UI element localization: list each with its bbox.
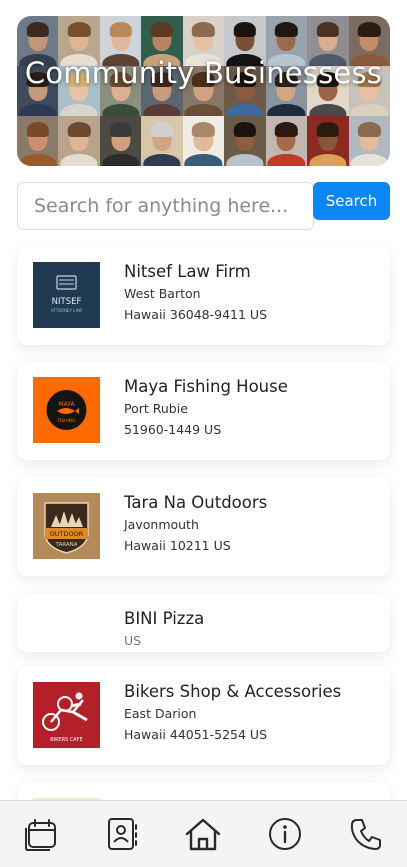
search-input[interactable] bbox=[17, 182, 314, 230]
info-icon bbox=[268, 818, 301, 850]
business-city: West Barton bbox=[124, 286, 201, 301]
business-city: Javonmouth bbox=[124, 517, 199, 532]
nitsef-logo: NITSEF ATTORNEY LAW bbox=[33, 262, 100, 328]
hero-banner: Community Businessess bbox=[17, 16, 390, 166]
business-card[interactable]: MAYA FISHING Maya Fishing House Port Rub… bbox=[17, 361, 390, 460]
hero-photo-tile bbox=[141, 116, 183, 166]
business-region: Hawaii 44051-5254 US bbox=[124, 727, 268, 742]
hero-photo-tile bbox=[99, 116, 142, 166]
business-card[interactable]: NITSEF ATTORNEY LAW Nitsef Law Firm West… bbox=[17, 246, 390, 345]
business-city: East Darion bbox=[124, 706, 197, 721]
business-name: Nitsef Law Firm bbox=[124, 262, 251, 281]
maya-logo-text: MAYA bbox=[58, 401, 75, 408]
tara-logo-text: OUTDOOR bbox=[50, 530, 84, 538]
business-card[interactable]: BINI Pizza US bbox=[17, 593, 390, 652]
contacts-icon bbox=[108, 818, 138, 850]
hero-photo-tile bbox=[17, 116, 59, 166]
nitsef-logo-text: NITSEF bbox=[52, 297, 82, 307]
hero-photo-tile bbox=[265, 116, 308, 166]
tara-outdoors-logo: OUTDOOR TARANA bbox=[33, 493, 100, 559]
hero-title: Community Businessess bbox=[24, 56, 383, 90]
search-button[interactable]: Search bbox=[313, 182, 390, 220]
nav-contacts[interactable] bbox=[100, 812, 144, 856]
business-city: Port Rubie bbox=[124, 401, 188, 416]
maya-fishing-logo: MAYA FISHING bbox=[33, 377, 100, 443]
search-bar: Search bbox=[17, 182, 390, 230]
business-region: 51960-1449 US bbox=[124, 422, 222, 437]
nav-phone[interactable] bbox=[344, 812, 388, 856]
business-card[interactable]: BIKERS CAFE Bikers Shop & Accessories Ea… bbox=[17, 666, 390, 765]
nitsef-logo-subtext: ATTORNEY LAW bbox=[51, 308, 82, 313]
hero-photo-tile bbox=[58, 116, 100, 166]
business-name: Maya Fishing House bbox=[124, 377, 288, 396]
business-name: BINI Pizza bbox=[124, 609, 205, 628]
business-region: Hawaii 36048-9411 US bbox=[124, 307, 268, 322]
phone-icon bbox=[351, 819, 382, 850]
maya-logo-subtext: FISHING bbox=[57, 418, 76, 424]
nav-calendar[interactable] bbox=[19, 812, 63, 856]
calendar-icon bbox=[24, 819, 56, 851]
hero-photo-tile bbox=[307, 116, 349, 166]
bikers-cafe-logo: BIKERS CAFE bbox=[33, 682, 100, 748]
business-name: Tara Na Outdoors bbox=[124, 493, 268, 512]
business-region: Hawaii 10211 US bbox=[124, 538, 231, 553]
nav-info[interactable] bbox=[263, 812, 307, 856]
bottom-navigation bbox=[0, 800, 407, 867]
business-name: Bikers Shop & Accessories bbox=[124, 682, 342, 701]
business-card[interactable]: OUTDOOR TARANA Tara Na Outdoors Javonmou… bbox=[17, 477, 390, 576]
nav-home[interactable] bbox=[181, 812, 225, 856]
hero-photo-tile bbox=[224, 116, 266, 166]
hero-photo-tile bbox=[348, 116, 390, 166]
bikers-logo-text: BIKERS CAFE bbox=[50, 737, 83, 743]
business-region: US bbox=[124, 633, 142, 648]
hero-photo-tile bbox=[182, 116, 225, 166]
home-icon bbox=[186, 818, 221, 851]
tara-logo-subtext: TARANA bbox=[55, 542, 78, 548]
